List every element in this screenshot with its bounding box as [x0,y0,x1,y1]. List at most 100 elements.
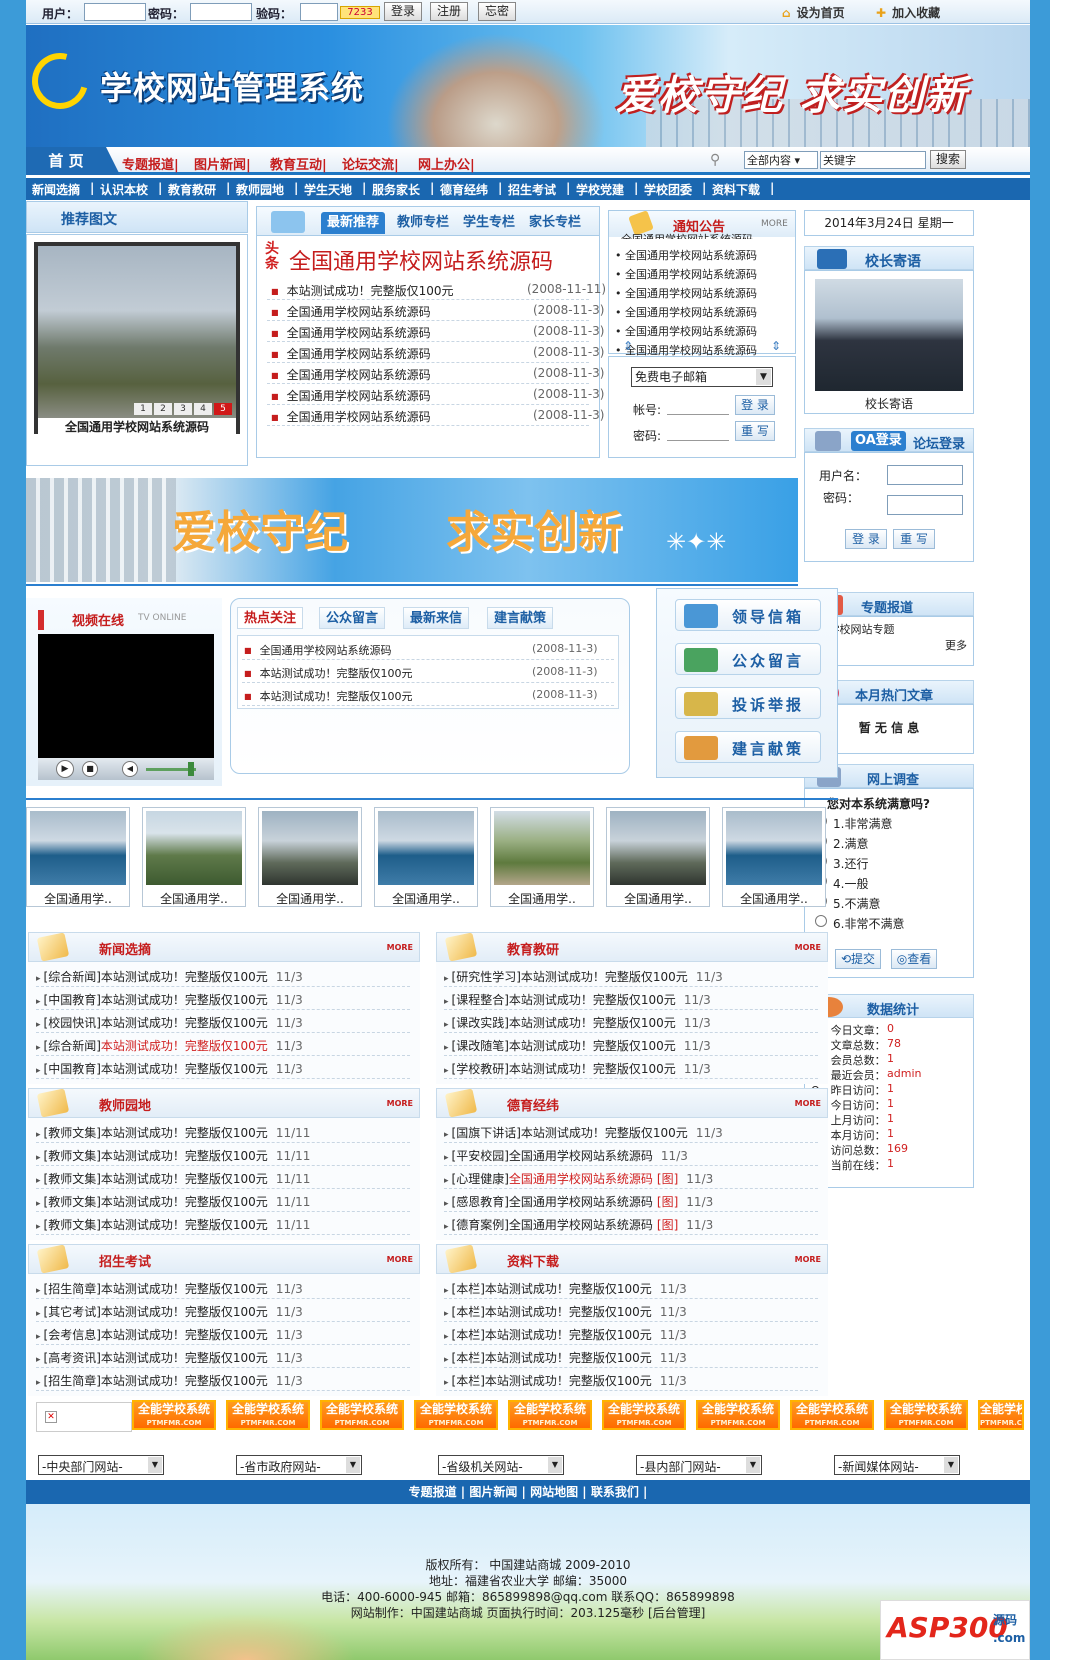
photo-thumb[interactable]: 全国通用学.. [142,807,246,907]
subnav-item[interactable]: 学校团委 [644,181,692,198]
ad-banner[interactable]: 全能学校系统 PTMFMR.COM [414,1400,498,1430]
hot-item[interactable]: 本站测试成功！完整版仅100元 [244,665,413,681]
item-title[interactable]: 全国通用学校网站系统源码 [509,1218,653,1232]
category-item[interactable]: [学校教研]本站测试成功！完整版仅100元 11/3 [444,1060,711,1077]
latest-item[interactable]: 全国通用学校网站系统源码 [271,324,431,341]
scroll-up-icon[interactable]: ⇕ [623,339,633,353]
category-item[interactable]: [教师文集]本站测试成功！完整版仅100元 11/11 [36,1170,311,1187]
subnav-item[interactable]: 资料下载 [712,181,760,198]
thumb-caption[interactable]: 全国通用学.. [491,890,593,907]
photo-thumb[interactable]: 全国通用学.. [258,807,362,907]
mail-login-button[interactable]: 登 录 [735,395,775,415]
thumb-caption[interactable]: 全国通用学.. [259,890,361,907]
tab-public-messages[interactable]: 公众留言 [319,607,386,629]
item-title[interactable]: 本站测试成功！完整版仅100元 [101,1374,268,1388]
category-more-link[interactable]: MORE [387,943,413,952]
item-title[interactable]: 本站测试成功！完整版仅100元 [101,970,268,984]
category-more-link[interactable]: MORE [387,1099,413,1108]
subnav-item[interactable]: 新闻选摘 [32,181,80,198]
survey-submit-button[interactable]: ⟲提交 [835,949,881,969]
thumb-image[interactable] [494,811,590,885]
set-homepage-link[interactable]: ⌂ 设为首页 [782,4,845,21]
category-item[interactable]: [心理健康]全国通用学校网站系统源码[图] 11/3 [444,1170,714,1187]
category-item[interactable]: [平安校园]全国通用学校网站系统源码 11/3 [444,1147,688,1164]
subnav-item[interactable]: 教师园地 [236,181,284,198]
pager-2[interactable]: 2 [154,403,172,415]
tab-hot[interactable]: 热点关注 [237,607,304,629]
item-title[interactable]: 本站测试成功！完整版仅100元 [101,1218,268,1232]
item-title[interactable]: 本站测试成功！完整版仅100元 [521,970,688,984]
item-title[interactable]: 本站测试成功！完整版仅100元 [521,1126,688,1140]
friend-link-select[interactable]: -中央部门网站- ▼ [38,1455,164,1475]
category-item[interactable]: [综合新闻]本站测试成功！完整版仅100元 11/3 [36,1037,303,1054]
category-item[interactable]: [其它考试]本站测试成功！完整版仅100元 11/3 [36,1303,303,1320]
photo-thumb[interactable]: 全国通用学.. [722,807,826,907]
item-title[interactable]: 本站测试成功！完整版仅100元 [509,1016,676,1030]
category-item[interactable]: [中国教育]本站测试成功！完整版仅100元 11/3 [36,1060,303,1077]
thumb-image[interactable] [378,811,474,885]
survey-view-button[interactable]: ◎查看 [891,949,937,969]
category-item[interactable]: [校园快讯]本站测试成功！完整版仅100元 11/3 [36,1014,303,1031]
nav-photo-news[interactable]: 图片新闻| [194,154,251,173]
suggestion-tile[interactable]: 建言献策 [675,731,821,763]
tab-latest-letters[interactable]: 最新来信 [403,607,470,629]
subnav-item[interactable]: 学校党建 [576,181,624,198]
add-favorite-link[interactable]: ✚ 加入收藏 [876,4,940,21]
item-title[interactable]: 本站测试成功！完整版仅100元 [101,1062,268,1076]
item-title[interactable]: 本站测试成功！完整版仅100元 [485,1282,652,1296]
item-title[interactable]: 本站测试成功！完整版仅100元 [101,1351,268,1365]
mail-account-input[interactable] [667,399,729,415]
subnav-item[interactable]: 招生考试 [508,181,556,198]
survey-radio[interactable] [815,915,827,927]
item-title[interactable]: 本站测试成功！完整版仅100元 [101,1039,268,1053]
category-item[interactable]: [本栏]本站测试成功！完整版仅100元 11/3 [444,1372,687,1389]
password-input[interactable] [190,3,252,21]
leader-mailbox-tile[interactable]: 领导信箱 [675,599,821,631]
category-item[interactable]: [课改实践]本站测试成功！完整版仅100元 11/3 [444,1014,711,1031]
tab-teacher[interactable]: 教师专栏 [391,212,455,234]
pager-3[interactable]: 3 [174,403,192,415]
username-input[interactable] [84,3,146,21]
nav-online-office[interactable]: 网上办公| [418,154,475,173]
friend-link-select[interactable]: -新闻媒体网站- ▼ [834,1455,960,1475]
item-title[interactable]: 全国通用学校网站系统源码 [509,1195,653,1209]
pager-4[interactable]: 4 [194,403,212,415]
item-title[interactable]: 本站测试成功！完整版仅100元 [485,1374,652,1388]
friend-link-select[interactable]: -省市政府网站- ▼ [236,1455,362,1475]
thumb-caption[interactable]: 全国通用学.. [143,890,245,907]
thumb-image[interactable] [610,811,706,885]
ad-banner[interactable]: 全能学校系统 PTMFMR.COM [790,1400,874,1430]
photo-thumb[interactable]: 全国通用学.. [490,807,594,907]
notice-item[interactable]: • 全国通用学校网站系统源码 [615,266,757,282]
tab-forum-login[interactable]: 论坛登录 [913,433,965,452]
stop-icon[interactable]: ■ [82,761,98,777]
thumb-image[interactable] [146,811,242,885]
notice-item[interactable]: • 全国通用学校网站系统源码 [615,247,757,263]
item-title[interactable]: 本站测试成功！完整版仅100元 [101,1149,268,1163]
category-item[interactable]: [教师文集]本站测试成功！完整版仅100元 11/11 [36,1124,311,1141]
nav-topics[interactable]: 专题报道| [122,154,179,173]
ad-banner[interactable]: 全能学校系统 PTMFMR.COM [226,1400,310,1430]
oa-reset-button[interactable]: 重 写 [893,529,935,549]
ad-banner[interactable]: 全能学校系统 PTMFMR.COM [132,1400,216,1430]
ad-banner[interactable]: 全能学校系统 PTMFMR.COM [978,1400,1024,1430]
oa-login-button[interactable]: 登 录 [845,529,887,549]
notice-item[interactable]: • 全国通用学校网站系统源码 [615,323,757,339]
category-item[interactable]: [国旗下讲话]本站测试成功！完整版仅100元 11/3 [444,1124,723,1141]
login-button[interactable]: 登录 [384,2,423,21]
category-item[interactable]: [招生简章]本站测试成功！完整版仅100元 11/3 [36,1372,303,1389]
item-title[interactable]: 本站测试成功！完整版仅100元 [101,1195,268,1209]
item-title[interactable]: 本站测试成功！完整版仅100元 [101,1282,268,1296]
friend-link-select[interactable]: -省级机关网站- ▼ [438,1455,564,1475]
register-button[interactable]: 注册 [430,2,469,21]
thumb-image[interactable] [726,811,822,885]
category-item[interactable]: [会考信息]本站测试成功！完整版仅100元 11/3 [36,1326,303,1343]
public-message-tile[interactable]: 公众留言 [675,643,821,675]
latest-item[interactable]: 本站测试成功！完整版仅100元 [271,282,454,299]
verify-code-input[interactable] [300,3,338,21]
mail-provider-select[interactable]: 免费电子邮箱 ▼ [631,367,773,387]
oa-password-input[interactable] [887,495,963,515]
category-item[interactable]: [课程整合]本站测试成功！完整版仅100元 11/3 [444,991,711,1008]
category-item[interactable]: [德育案例]全国通用学校网站系统源码[图] 11/3 [444,1216,714,1233]
category-item[interactable]: [招生简章]本站测试成功！完整版仅100元 11/3 [36,1280,303,1297]
